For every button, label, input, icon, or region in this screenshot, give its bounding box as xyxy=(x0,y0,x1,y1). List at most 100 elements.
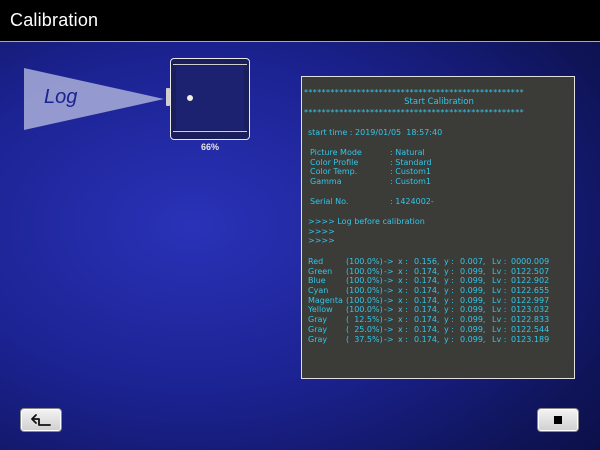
table-row: Blue (100.0%) -> x : 0.174, y : 0.099, L… xyxy=(308,276,549,286)
row-arrow: -> xyxy=(384,276,394,286)
row-lv-value: 0000.009 xyxy=(511,257,550,266)
row-percent: (100.0%) xyxy=(346,295,383,305)
row-x-label: x : xyxy=(398,334,408,344)
row-name: Gray xyxy=(308,324,328,334)
row-lv-label: Lv : xyxy=(492,305,507,315)
row-name: Gray xyxy=(308,315,328,325)
log-label: Log xyxy=(44,86,78,108)
row-x-label: x : xyxy=(398,257,408,266)
row-x-label: x : xyxy=(398,286,408,296)
setting-value: : Custom1 xyxy=(390,176,431,186)
row-lv-value: 0122.902 xyxy=(511,276,550,286)
row-y-label: y : xyxy=(444,324,454,334)
row-x-value: 0.174, xyxy=(414,305,440,315)
row-lv-label: Lv : xyxy=(492,315,507,325)
row-arrow: -> xyxy=(384,286,394,296)
calibration-results-table: Red (100.0%) -> x : 0.156, y : 0.007, Lv… xyxy=(308,257,549,345)
row-y-value: 0.099, xyxy=(460,305,486,315)
row-name: Magenta xyxy=(308,295,343,305)
row-lv-label: Lv : xyxy=(492,257,507,266)
stop-button[interactable] xyxy=(537,408,579,432)
row-arrow: -> xyxy=(384,295,394,305)
row-lv-label: Lv : xyxy=(492,295,507,305)
table-row: Gray ( 37.5%) -> x : 0.174, y : 0.099, L… xyxy=(308,335,549,345)
row-y-value: 0.099, xyxy=(460,266,486,276)
row-name: Gray xyxy=(308,334,328,344)
stop-square-icon xyxy=(554,416,562,424)
serial-label: Serial No. xyxy=(310,197,349,206)
progress-percent: 66% xyxy=(200,142,219,152)
table-row: Red (100.0%) -> x : 0.156, y : 0.007, Lv… xyxy=(308,257,549,267)
table-row: Yellow (100.0%) -> x : 0.174, y : 0.099,… xyxy=(308,305,549,315)
row-x-label: x : xyxy=(398,305,408,315)
log-prompt: >>>> xyxy=(308,226,335,236)
table-row: Cyan (100.0%) -> x : 0.174, y : 0.099, L… xyxy=(308,286,549,296)
row-arrow: -> xyxy=(384,315,394,325)
table-row: Green (100.0%) -> x : 0.174, y : 0.099, … xyxy=(308,267,549,277)
row-name: Red xyxy=(308,257,324,266)
setting-label: Color Profile xyxy=(310,157,359,167)
row-x-value: 0.174, xyxy=(414,315,440,325)
row-y-label: y : xyxy=(444,276,454,286)
row-y-label: y : xyxy=(444,315,454,325)
row-percent: (100.0%) xyxy=(346,266,383,276)
row-x-label: x : xyxy=(398,295,408,305)
row-y-label: y : xyxy=(444,305,454,315)
table-row: Gray ( 12.5%) -> x : 0.174, y : 0.099, L… xyxy=(308,315,549,325)
row-y-value: 0.099, xyxy=(460,315,486,325)
row-x-label: x : xyxy=(398,276,408,286)
row-arrow: -> xyxy=(384,305,394,315)
row-x-value: 0.174, xyxy=(414,276,440,286)
table-row: Gray ( 25.0%) -> x : 0.174, y : 0.099, L… xyxy=(308,325,549,335)
row-y-label: y : xyxy=(444,266,454,276)
monitor-edge-top xyxy=(173,64,247,65)
row-lv-value: 0122.544 xyxy=(511,324,550,334)
row-percent: (100.0%) xyxy=(346,286,383,296)
row-y-label: y : xyxy=(444,334,454,344)
row-arrow: -> xyxy=(384,257,394,266)
page-title: Calibration xyxy=(10,10,99,30)
back-button[interactable] xyxy=(20,408,62,432)
row-y-value: 0.099, xyxy=(460,334,486,344)
log-stars-top: ****************************************… xyxy=(304,89,524,97)
row-x-label: x : xyxy=(398,324,408,334)
row-lv-value: 0122.997 xyxy=(511,295,550,305)
setting-value: : Custom1 xyxy=(390,167,431,177)
row-percent: (100.0%) xyxy=(346,257,383,266)
row-name: Cyan xyxy=(308,286,329,296)
row-x-value: 0.174, xyxy=(414,334,440,344)
title-bar: Calibration xyxy=(0,0,600,42)
return-arrow-icon xyxy=(31,414,51,426)
setting-label: Color Temp. xyxy=(310,167,358,177)
row-y-value: 0.099, xyxy=(460,295,486,305)
row-lv-value: 0122.833 xyxy=(511,315,550,325)
sensor-dot xyxy=(187,95,193,101)
row-x-label: x : xyxy=(398,266,408,276)
row-lv-label: Lv : xyxy=(492,276,507,286)
row-y-value: 0.099, xyxy=(460,276,486,286)
row-name: Green xyxy=(308,266,333,276)
row-lv-label: Lv : xyxy=(492,324,507,334)
row-arrow: -> xyxy=(384,324,394,334)
row-name: Blue xyxy=(308,276,326,286)
row-lv-label: Lv : xyxy=(492,334,507,344)
calibration-log-panel[interactable]: ****************************************… xyxy=(301,76,575,379)
row-percent: ( 37.5%) xyxy=(346,334,383,344)
log-stars-bottom: ****************************************… xyxy=(304,109,524,117)
log-header-title: Start Calibration xyxy=(404,97,474,107)
row-lv-label: Lv : xyxy=(492,286,507,296)
setting-value: : Natural xyxy=(390,148,425,157)
row-percent: ( 25.0%) xyxy=(346,324,383,334)
row-percent: (100.0%) xyxy=(346,276,383,286)
row-arrow: -> xyxy=(384,266,394,276)
row-y-label: y : xyxy=(444,295,454,305)
row-lv-value: 0123.189 xyxy=(511,334,550,344)
serial-value: : 1424002- xyxy=(390,197,434,206)
monitor-edge-bottom xyxy=(173,131,247,132)
row-lv-value: 0123.032 xyxy=(511,305,550,315)
row-y-value: 0.007, xyxy=(460,257,486,266)
monitor-icon xyxy=(166,58,250,140)
row-x-value: 0.156, xyxy=(414,257,440,266)
row-x-value: 0.174, xyxy=(414,266,440,276)
table-row: Magenta (100.0%) -> x : 0.174, y : 0.099… xyxy=(308,296,549,306)
